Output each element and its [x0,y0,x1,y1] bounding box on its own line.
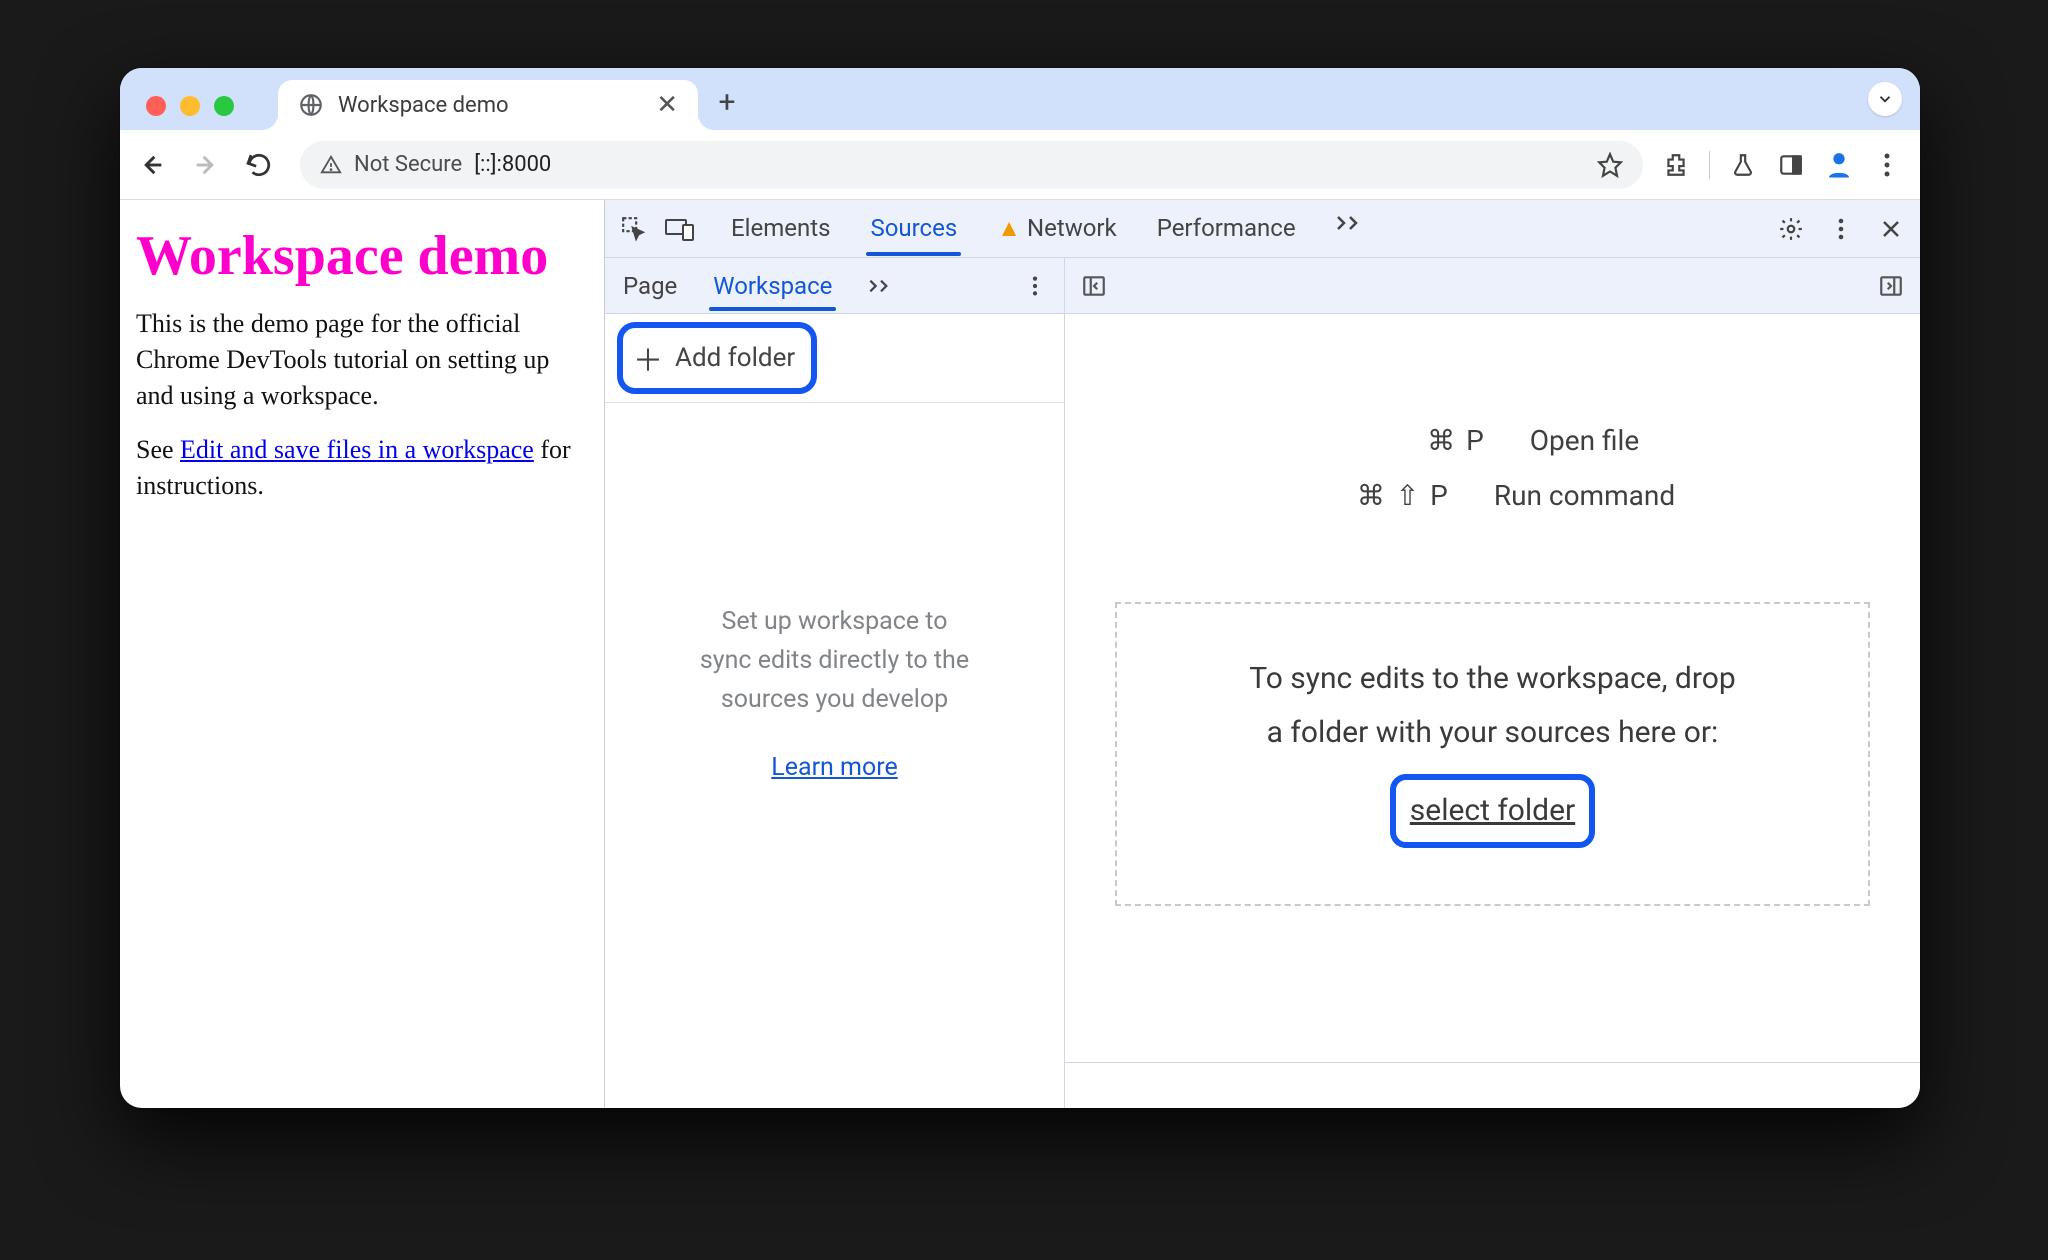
warning-icon: ▲ [997,214,1021,242]
close-devtools-button[interactable] [1876,214,1906,244]
devtools-body: Page Workspace ＋ Add folder [605,258,1920,1108]
device-toggle-icon[interactable] [665,214,695,244]
rendered-page: Workspace demo This is the demo page for… [120,200,605,1108]
devtools-panel: Elements Sources ▲Network Performance [605,200,1920,1108]
add-folder-row: ＋ Add folder [605,314,1064,403]
tab-network[interactable]: ▲Network [993,202,1120,255]
tab-sources[interactable]: Sources [866,202,961,255]
plus-icon: ＋ [633,336,663,380]
close-window-button[interactable] [146,96,166,116]
inspect-icon[interactable] [619,214,649,244]
tab-elements[interactable]: Elements [727,202,834,255]
side-panel-icon[interactable] [1776,150,1806,180]
more-tabs-button[interactable] [1332,202,1368,255]
shortcuts-hint: ⌘ P Open file ⌘ ⇧ P Run command [1065,424,1920,512]
nav-tab-workspace[interactable]: Workspace [709,262,836,310]
nav-more-tabs-button[interactable] [864,268,898,304]
devtools-menu-button[interactable] [1826,214,1856,244]
address-bar[interactable]: Not Secure [::]:8000 [300,141,1643,189]
page-heading: Workspace demo [136,224,588,288]
workspace-hint: Set up workspace to sync edits directly … [605,603,1064,788]
page-paragraph: See Edit and save files in a workspace f… [136,432,588,504]
chrome-menu-button[interactable] [1872,150,1902,180]
learn-more-link[interactable]: Learn more [635,749,1034,788]
shortcut-keys: ⌘ P [1346,424,1486,457]
navigator-tabs: Page Workspace [605,258,1064,314]
nav-tab-page[interactable]: Page [619,262,681,310]
browser-tab[interactable]: Workspace demo ✕ [278,80,698,130]
toolbar: Not Secure [::]:8000 [120,130,1920,200]
show-debugger-icon[interactable] [1876,271,1906,301]
add-folder-button[interactable]: ＋ Add folder [617,322,817,394]
sources-main: ⌘ P Open file ⌘ ⇧ P Run command To sync … [1065,258,1920,1108]
extensions-icon[interactable] [1661,150,1691,180]
not-secure-icon [320,154,342,176]
add-folder-label: Add folder [675,343,795,373]
settings-gear-icon[interactable] [1776,214,1806,244]
browser-window: Workspace demo ✕ + Not Secure [::]:8000 [120,68,1920,1108]
globe-icon [298,92,324,118]
reload-button[interactable] [246,152,290,178]
tab-title: Workspace demo [338,93,642,118]
navigator-menu-button[interactable] [1020,271,1050,301]
tab-strip: Workspace demo ✕ + [120,68,1920,130]
shortcut-label: Open file [1530,424,1639,457]
shortcut-keys: ⌘ ⇧ P [1310,479,1450,512]
minimize-window-button[interactable] [180,96,200,116]
toolbar-right [1653,150,1902,180]
shortcut-label: Run command [1494,479,1675,512]
content-area: Workspace demo This is the demo page for… [120,200,1920,1108]
editor-toolbar [1065,258,1920,314]
tab-search-button[interactable] [1868,82,1902,116]
profile-avatar[interactable] [1824,150,1854,180]
show-navigator-icon[interactable] [1079,271,1109,301]
close-tab-button[interactable]: ✕ [656,90,678,120]
window-controls [138,96,248,130]
forward-button[interactable] [192,151,236,179]
workspace-dropzone[interactable]: To sync edits to the workspace, drop a f… [1115,602,1870,906]
tab-performance[interactable]: Performance [1153,202,1300,255]
page-paragraph: This is the demo page for the official C… [136,306,588,414]
divider [1709,151,1710,179]
bookmark-star-icon[interactable] [1597,152,1623,178]
url-text: [::]:8000 [474,152,1585,177]
security-label: Not Secure [354,152,462,177]
back-button[interactable] [138,151,182,179]
labs-icon[interactable] [1728,150,1758,180]
editor-footer [1065,1062,1920,1108]
workspace-tutorial-link[interactable]: Edit and save files in a workspace [180,435,534,464]
select-folder-button[interactable]: select folder [1390,774,1595,848]
maximize-window-button[interactable] [214,96,234,116]
devtools-top-tabs: Elements Sources ▲Network Performance [605,200,1920,258]
sources-navigator: Page Workspace ＋ Add folder [605,258,1065,1108]
